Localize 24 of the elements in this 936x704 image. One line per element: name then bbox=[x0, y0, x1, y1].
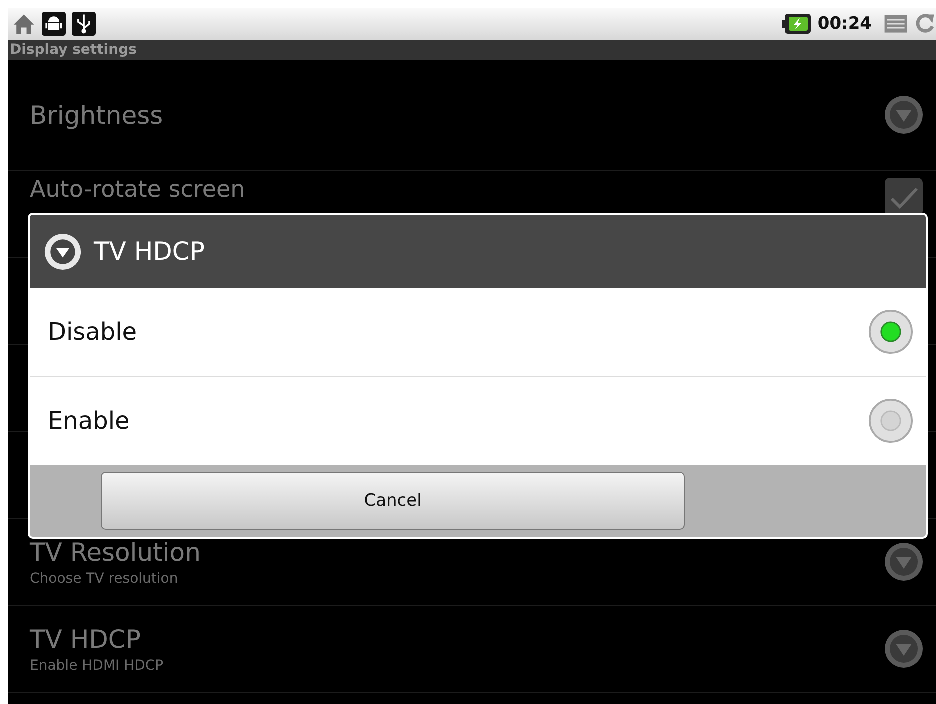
dropdown-icon[interactable] bbox=[884, 542, 924, 582]
setting-title: TV HDCP bbox=[30, 624, 142, 654]
dropdown-icon bbox=[44, 232, 82, 270]
clock-time: 00:24 bbox=[818, 14, 872, 34]
dropdown-icon[interactable] bbox=[884, 95, 924, 135]
setting-title: Auto-rotate screen bbox=[30, 177, 246, 203]
usb-icon[interactable] bbox=[72, 12, 96, 36]
setting-title: TV Resolution bbox=[30, 538, 201, 566]
radio-button[interactable] bbox=[868, 398, 914, 444]
battery-icon bbox=[782, 13, 812, 35]
dialog-title: TV HDCP bbox=[94, 237, 205, 266]
home-icon[interactable] bbox=[12, 12, 36, 36]
radio-button[interactable] bbox=[868, 309, 914, 355]
option-label: Disable bbox=[48, 318, 138, 346]
option-label: Enable bbox=[48, 407, 130, 435]
android-icon[interactable] bbox=[42, 12, 66, 36]
screen-title: Display settings bbox=[10, 42, 137, 58]
setting-summary: Enable HDMI HDCP bbox=[30, 658, 164, 674]
setting-title: Brightness bbox=[30, 100, 164, 130]
setting-summary: Choose TV resolution bbox=[30, 570, 180, 586]
list-icon[interactable] bbox=[884, 12, 908, 36]
dropdown-icon[interactable] bbox=[884, 629, 924, 669]
sync-icon[interactable] bbox=[914, 12, 936, 36]
cancel-button[interactable]: Cancel bbox=[101, 472, 685, 530]
